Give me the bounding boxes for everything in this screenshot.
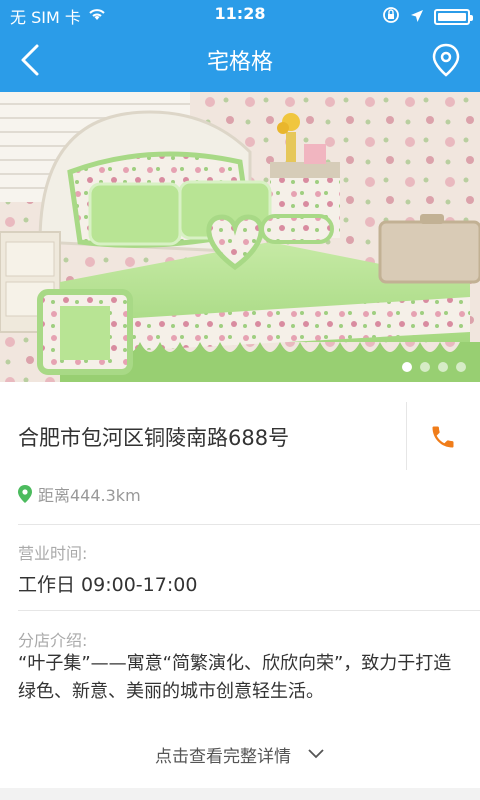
map-pin-icon (18, 485, 32, 503)
hours-value: 工作日 09:00-17:00 (18, 574, 198, 596)
lock-rotation-icon (382, 6, 400, 28)
carousel-dot[interactable] (456, 362, 466, 372)
carousel-indicators (402, 362, 466, 372)
view-details-button[interactable]: 点击查看完整详情 (0, 734, 480, 774)
carousel-dot[interactable] (420, 362, 430, 372)
distance-text: 距离444.3km (38, 486, 141, 505)
page-title: 宅格格 (206, 50, 273, 75)
phone-icon (432, 426, 454, 448)
location-pin-icon (432, 43, 460, 77)
intro-text: “叶子集”——寓意“简繁演化、欣欣向荣”，致力于打造绿色、新意、美丽的城市创意轻… (18, 653, 452, 702)
location-button[interactable] (426, 40, 466, 80)
divider (18, 524, 480, 525)
carousel-dot[interactable] (402, 362, 412, 372)
status-bar: 无 SIM 卡 11:28 (0, 0, 480, 30)
store-address: 合肥市包河区铜陵南路688号 (18, 426, 290, 450)
status-right (382, 6, 473, 28)
bottom-spacer (0, 788, 480, 800)
carousel-dot[interactable] (438, 362, 448, 372)
hours-label: 营业时间: (18, 544, 88, 563)
store-info-panel: 合肥市包河区铜陵南路688号 距离444.3km 营业时间: 工作日 09:00… (0, 382, 480, 800)
location-arrow-icon (410, 8, 424, 27)
store-photo-carousel[interactable] (0, 92, 480, 382)
nav-bar: 宅格格 (0, 30, 480, 92)
chevron-down-icon (308, 749, 324, 759)
divider-vertical (406, 402, 407, 470)
divider (18, 610, 480, 611)
view-details-label: 点击查看完整详情 (155, 746, 291, 767)
address-row: 合肥市包河区铜陵南路688号 (0, 382, 480, 492)
battery-icon (434, 9, 473, 25)
bedroom-photo (0, 92, 480, 382)
distance-row: 距离444.3km (18, 482, 141, 506)
app-header: 无 SIM 卡 11:28 宅格格 (0, 0, 480, 92)
call-button[interactable] (426, 420, 460, 454)
intro-label: 分店介绍: (18, 631, 88, 650)
